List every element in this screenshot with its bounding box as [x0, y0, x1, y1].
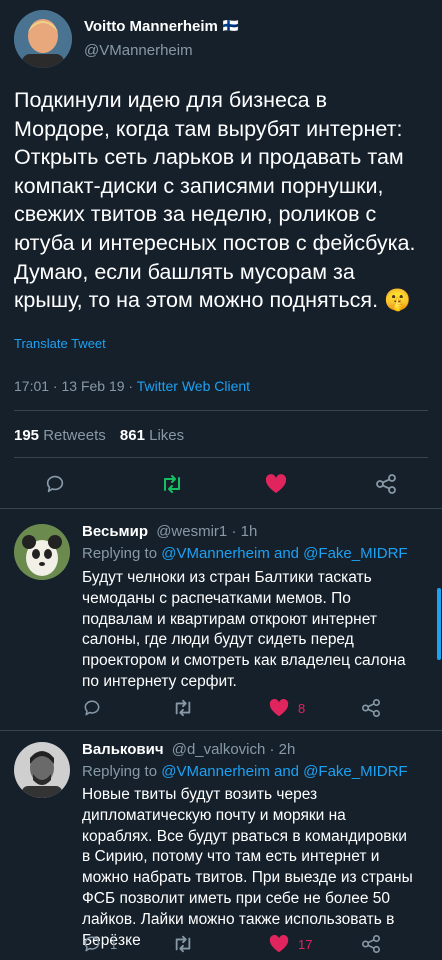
author-avatar[interactable]	[14, 10, 72, 68]
like-heart-icon[interactable]	[268, 934, 290, 954]
reply-author-name[interactable]: Валькович	[82, 741, 164, 758]
author-handle[interactable]: @VMannerheim	[84, 42, 193, 59]
retweets-label[interactable]: Retweets	[43, 427, 106, 444]
tweet-client-link[interactable]: Twitter Web Client	[137, 378, 250, 394]
tweet-text: Подкинули идею для бизнеса в Мордоре, ко…	[14, 86, 426, 315]
scrollbar-thumb[interactable]	[437, 588, 441, 660]
divider	[14, 457, 428, 458]
like-heart-icon[interactable]	[264, 473, 288, 495]
reply-icon[interactable]	[82, 698, 102, 718]
like-count[interactable]: 17	[298, 937, 312, 952]
reply-author-name[interactable]: Весьмир	[82, 523, 148, 540]
share-icon[interactable]	[374, 473, 398, 495]
shushing-face-emoji: 🤫	[384, 288, 411, 313]
reply-author-handle[interactable]: @d_valkovich · 2h	[172, 741, 296, 758]
divider	[0, 730, 442, 731]
replying-to-mentions[interactable]: @VMannerheim and @Fake_MIDRF	[161, 763, 407, 780]
translate-tweet-link[interactable]: Translate Tweet	[14, 336, 106, 351]
retweets-count[interactable]: 195	[14, 427, 39, 444]
tweet-timestamp: 17:01 · 13 Feb 19 ·	[14, 378, 134, 394]
replying-to-label: Replying to	[82, 763, 158, 780]
tweet-body-text: Подкинули идею для бизнеса в Мордоре, ко…	[14, 88, 416, 313]
reply-avatar[interactable]	[14, 742, 70, 798]
like-count[interactable]: 8	[298, 701, 305, 716]
engagement-stats: 195 Retweets 861 Likes	[14, 427, 184, 444]
reply-icon[interactable]	[44, 473, 66, 495]
reply-author-handle[interactable]: @wesmir1 · 1h	[156, 523, 257, 540]
likes-count[interactable]: 861	[120, 427, 145, 444]
share-icon[interactable]	[360, 934, 382, 954]
reply-text: Будут челноки из стран Балтики таскать ч…	[82, 569, 406, 690]
finland-flag-icon: 🇫🇮	[222, 18, 240, 33]
replying-to-mentions[interactable]: @VMannerheim and @Fake_MIDRF	[161, 545, 407, 562]
likes-label[interactable]: Likes	[149, 427, 184, 444]
author-name[interactable]: Voitto Mannerheim	[84, 18, 218, 35]
reply-icon[interactable]	[82, 934, 102, 954]
reply-text: Новые твиты будут возить через дипломати…	[82, 786, 413, 949]
divider	[14, 410, 428, 411]
like-heart-icon[interactable]	[268, 698, 290, 718]
divider	[0, 508, 442, 509]
retweet-icon[interactable]	[172, 698, 194, 718]
reply-avatar[interactable]	[14, 524, 70, 580]
retweet-icon[interactable]	[160, 473, 184, 495]
retweet-icon[interactable]	[172, 934, 194, 954]
reply-count[interactable]: 1	[110, 937, 117, 952]
share-icon[interactable]	[360, 698, 382, 718]
replying-to-label: Replying to	[82, 545, 158, 562]
